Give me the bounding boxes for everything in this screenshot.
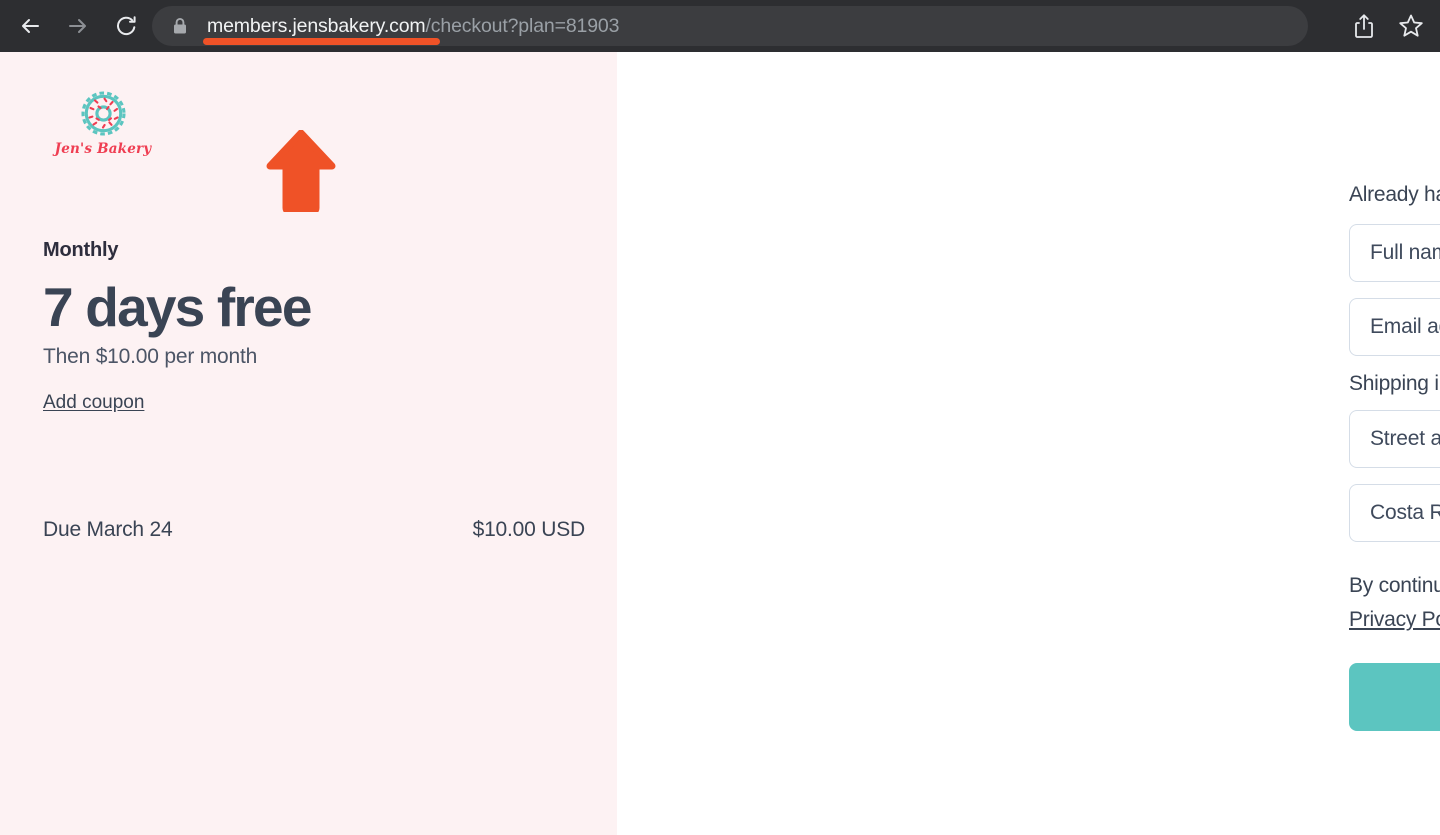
star-icon[interactable] <box>1398 13 1424 39</box>
due-amount: $10.00 USD <box>472 518 586 541</box>
checkout-form: Already have an account? Sign in Full na… <box>1349 183 1440 779</box>
browser-toolbar: members.jensbakery.com/checkout?plan=819… <box>0 0 1440 52</box>
street-address-placeholder: Street address <box>1370 427 1440 450</box>
country-select-value: Costa Rica <box>1370 501 1440 524</box>
checkout-page: Jen's Bakery Monthly 7 days free Then $1… <box>0 52 1440 835</box>
renewal-note: Renews automatically. Cancel anytime. <box>1349 757 1440 779</box>
email-placeholder: Email address <box>1370 315 1440 338</box>
url-domain-highlight <box>203 38 440 45</box>
privacy-policy-link[interactable]: Privacy Policy <box>1349 608 1440 631</box>
signin-prompt: Already have an account? Sign in <box>1349 183 1440 207</box>
reload-icon <box>117 16 136 36</box>
payment-form-panel: Already have an account? Sign in Full na… <box>617 52 1440 835</box>
back-button[interactable] <box>10 6 50 46</box>
shipping-label: Shipping information <box>1349 372 1440 395</box>
country-select[interactable]: Costa Rica <box>1349 484 1440 542</box>
lock-icon <box>174 18 186 34</box>
url-path: /checkout?plan=81903 <box>425 14 620 37</box>
brand-wordmark: Jen's Bakery <box>54 141 152 157</box>
share-icon[interactable] <box>1352 13 1376 39</box>
browser-actions <box>1352 0 1424 52</box>
donut-icon <box>80 91 126 136</box>
url-text: members.jensbakery.com/checkout?plan=819… <box>207 15 619 38</box>
up-arrow-annotation <box>266 130 336 212</box>
street-address-input[interactable]: Street address <box>1349 410 1440 468</box>
full-name-placeholder: Full name <box>1370 241 1440 264</box>
shipping-section-header: Shipping information Enter manually <box>1349 372 1440 396</box>
email-input[interactable]: Email address <box>1349 298 1440 356</box>
url-domain: members.jensbakery.com <box>207 14 426 37</box>
add-coupon-link[interactable]: Add coupon <box>43 392 144 414</box>
start-free-trial-button[interactable]: Start your free trial <box>1349 663 1440 731</box>
signin-prompt-text: Already have an account? <box>1349 183 1440 206</box>
due-row: Due March 24 $10.00 USD <box>43 518 585 542</box>
forward-button[interactable] <box>58 6 98 46</box>
plan-details: Monthly 7 days free Then $10.00 per mont… <box>43 239 588 414</box>
due-date-label: Due March 24 <box>43 518 173 541</box>
legal-prefix: By continuing, you agree to the <box>1349 574 1440 597</box>
order-summary-panel: Jen's Bakery Monthly 7 days free Then $1… <box>0 52 617 835</box>
brand-logo[interactable]: Jen's Bakery <box>43 87 163 157</box>
plan-subline: Then $10.00 per month <box>43 345 258 369</box>
plan-headline: 7 days free <box>43 276 312 338</box>
plan-interval-label: Monthly <box>43 239 119 261</box>
legal-agreement-text: By continuing, you agree to the Terms of… <box>1349 569 1440 637</box>
arrow-right-icon <box>69 19 86 33</box>
reload-button[interactable] <box>106 6 146 46</box>
full-name-input[interactable]: Full name <box>1349 224 1440 282</box>
arrow-left-icon <box>22 19 39 33</box>
